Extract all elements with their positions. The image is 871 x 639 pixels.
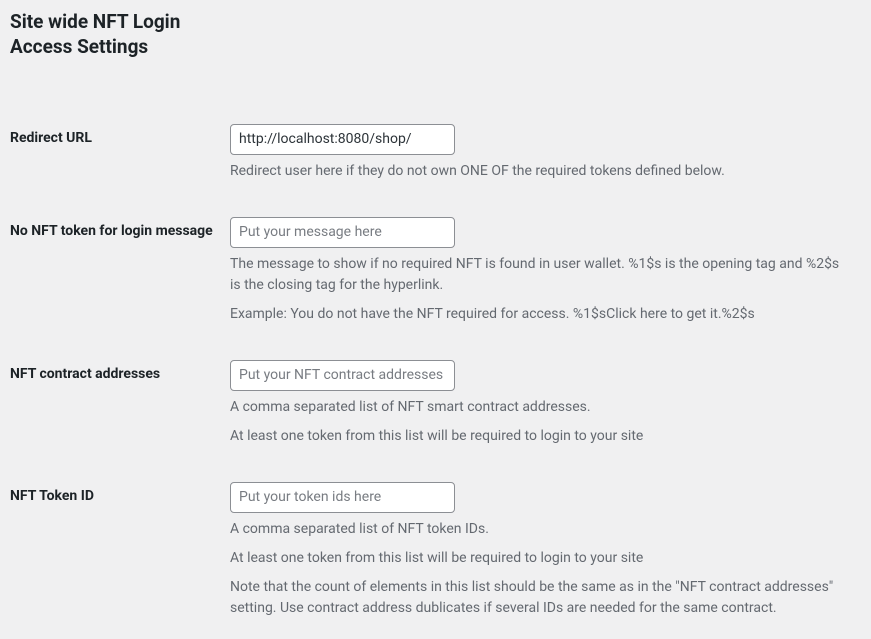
contract-addresses-input[interactable]: [230, 360, 455, 391]
row-contract-addresses: NFT contract addresses A comma separated…: [10, 345, 851, 467]
settings-form-table: Redirect URL Redirect user here if they …: [10, 109, 851, 639]
no-nft-message-desc2: Example: You do not have the NFT require…: [230, 304, 841, 325]
no-nft-message-input[interactable]: [230, 217, 455, 248]
contract-addresses-desc2: At least one token from this list will b…: [230, 426, 841, 447]
label-redirect-url: Redirect URL: [10, 109, 230, 202]
row-redirect-url: Redirect URL Redirect user here if they …: [10, 109, 851, 202]
redirect-url-desc: Redirect user here if they do not own ON…: [230, 161, 841, 182]
label-token-id: NFT Token ID: [10, 467, 230, 639]
label-contract-addresses: NFT contract addresses: [10, 345, 230, 467]
token-id-desc3: Note that the count of elements in this …: [230, 577, 841, 619]
no-nft-message-desc1: The message to show if no required NFT i…: [230, 254, 841, 296]
row-token-id: NFT Token ID A comma separated list of N…: [10, 467, 851, 639]
section-title: Site wide NFT Login Access Settings: [10, 10, 210, 59]
token-id-desc1: A comma separated list of NFT token IDs.: [230, 519, 841, 540]
redirect-url-input[interactable]: [230, 124, 455, 155]
row-no-nft-message: No NFT token for login message The messa…: [10, 202, 851, 345]
token-id-input[interactable]: [230, 482, 455, 513]
contract-addresses-desc1: A comma separated list of NFT smart cont…: [230, 397, 841, 418]
label-no-nft-message: No NFT token for login message: [10, 202, 230, 345]
token-id-desc2: At least one token from this list will b…: [230, 548, 841, 569]
